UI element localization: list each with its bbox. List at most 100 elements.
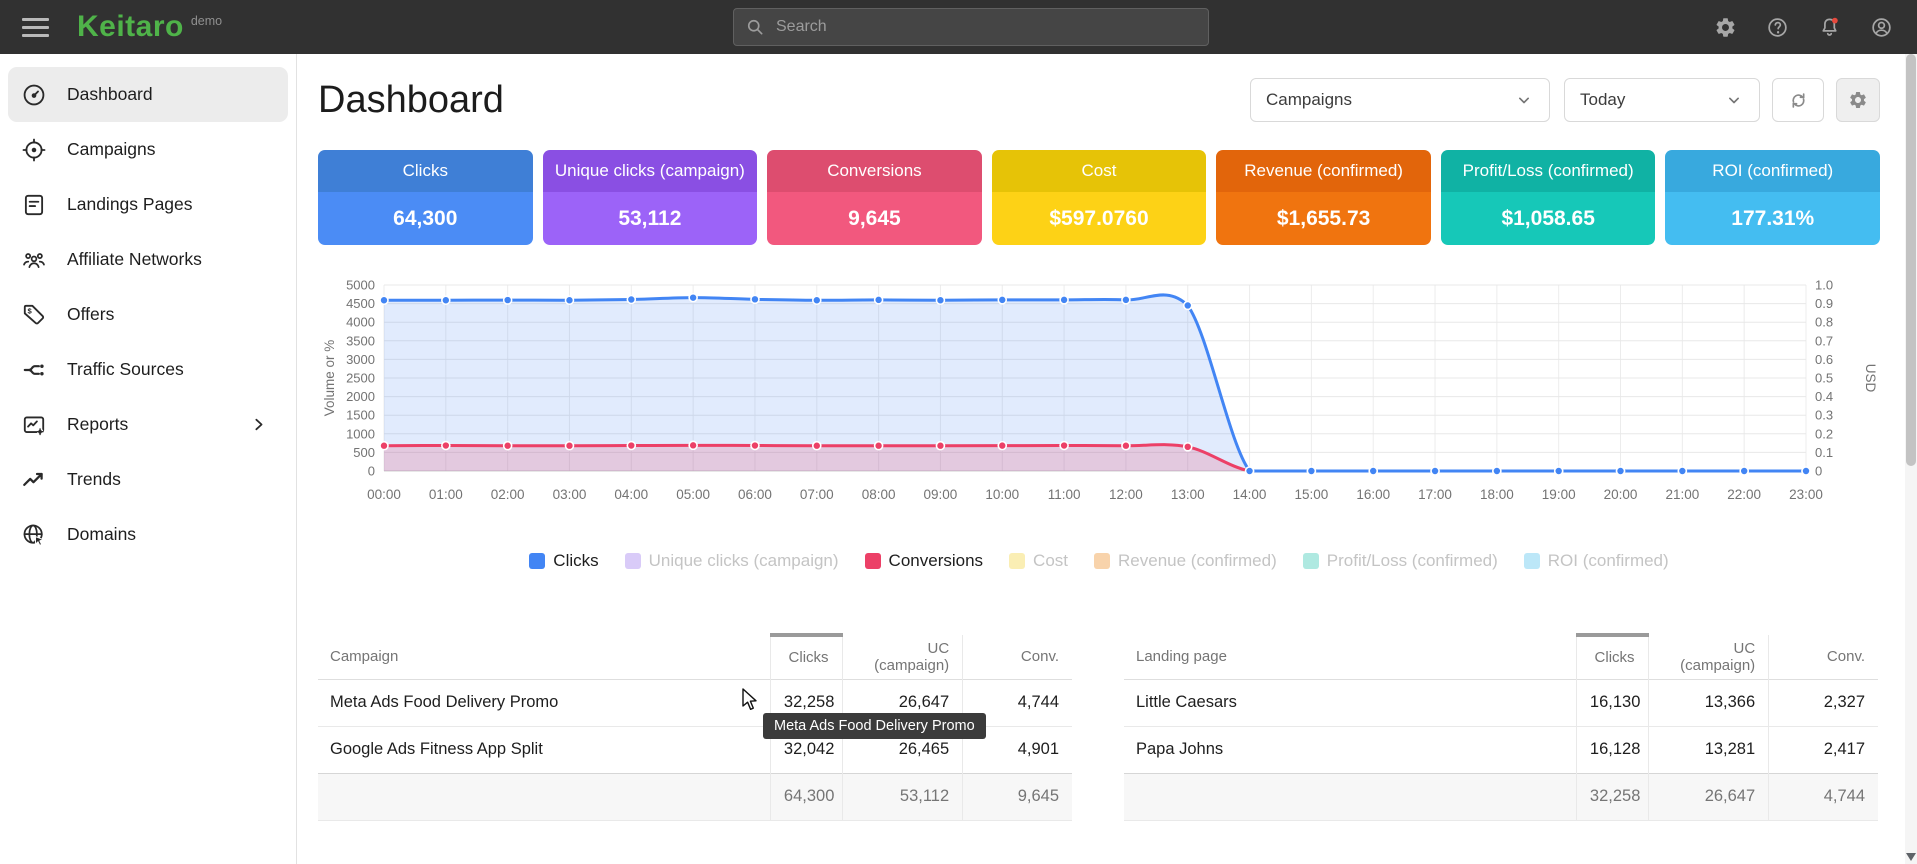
row-name-cell: Little Caesars <box>1124 679 1576 726</box>
account-icon[interactable] <box>1870 16 1893 39</box>
kpi-card-unique-clicks-campaign[interactable]: Unique clicks (campaign)53,112 <box>543 150 758 245</box>
kpi-card-profit-loss-confirmed[interactable]: Profit/Loss (confirmed)$1,058.65 <box>1441 150 1656 245</box>
search-icon <box>745 17 765 37</box>
gear-icon[interactable] <box>1714 16 1737 39</box>
row-value-cell: 16,130 <box>1576 679 1648 726</box>
totals-row: 64,30053,1129,645 <box>318 773 1072 820</box>
svg-text:0.1: 0.1 <box>1815 445 1833 460</box>
kpi-card-value: 64,300 <box>318 192 533 245</box>
chevron-down-icon <box>1724 90 1744 110</box>
legend-item-revenue-confirmed[interactable]: Revenue (confirmed) <box>1094 551 1277 571</box>
legend-item-conversions[interactable]: Conversions <box>865 551 984 571</box>
menu-icon[interactable] <box>22 18 49 37</box>
svg-text:17:00: 17:00 <box>1418 487 1452 502</box>
date-range-select[interactable]: Today <box>1564 78 1760 122</box>
sidebar-item-trends[interactable]: Trends <box>8 452 288 507</box>
kpi-card-label: Unique clicks (campaign) <box>543 150 758 192</box>
kpi-card-label: Clicks <box>318 150 533 192</box>
column-header-conv[interactable]: Conv. <box>963 635 1072 679</box>
app-logo[interactable]: Keitaro demo <box>77 10 222 44</box>
row-value-cell: 2,327 <box>1769 679 1878 726</box>
totals-cell: 9,645 <box>963 773 1072 820</box>
legend-swatch <box>1009 553 1025 569</box>
svg-text:4500: 4500 <box>346 296 375 311</box>
chevron-down-icon <box>1514 90 1534 110</box>
svg-text:1.0: 1.0 <box>1815 278 1833 293</box>
sidebar-item-landings-pages[interactable]: Landings Pages <box>8 177 288 232</box>
grouping-select[interactable]: Campaigns <box>1250 78 1550 122</box>
sidebar-item-offers[interactable]: $ Offers <box>8 287 288 342</box>
sidebar-item-traffic-sources[interactable]: Traffic Sources <box>8 342 288 397</box>
svg-text:0: 0 <box>1815 464 1822 479</box>
column-header-campaign[interactable]: Campaign <box>318 635 770 679</box>
kpi-card-cost[interactable]: Cost$597.0760 <box>992 150 1207 245</box>
scrollbar-thumb[interactable] <box>1906 54 1916 466</box>
column-header-clicks[interactable]: Clicks <box>770 635 842 679</box>
legend-label: Cost <box>1033 551 1068 571</box>
global-search[interactable] <box>733 8 1209 46</box>
svg-text:0.4: 0.4 <box>1815 389 1833 404</box>
summary-tables: CampaignClicksUC (campaign)Conv.Meta Ads… <box>318 633 1880 821</box>
row-value-cell: 13,281 <box>1648 726 1769 773</box>
legend-item-clicks[interactable]: Clicks <box>529 551 598 571</box>
legend-label: Unique clicks (campaign) <box>649 551 839 571</box>
column-header-landing-page[interactable]: Landing page <box>1124 635 1576 679</box>
search-input[interactable] <box>774 17 1197 37</box>
kpi-card-conversions[interactable]: Conversions9,645 <box>767 150 982 245</box>
sidebar-item-reports[interactable]: Reports <box>8 397 288 452</box>
help-icon[interactable] <box>1766 16 1789 39</box>
kpi-card-revenue-confirmed[interactable]: Revenue (confirmed)$1,655.73 <box>1216 150 1431 245</box>
refresh-button[interactable] <box>1772 78 1824 122</box>
main-content: Dashboard Campaigns Today Clicks64, <box>297 54 1917 864</box>
svg-text:23:00: 23:00 <box>1789 487 1823 502</box>
svg-text:5000: 5000 <box>346 278 375 293</box>
svg-text:0: 0 <box>368 464 375 479</box>
svg-text:2000: 2000 <box>346 389 375 404</box>
legend-item-unique-clicks-campaign[interactable]: Unique clicks (campaign) <box>625 551 839 571</box>
table-row[interactable]: Papa Johns16,12813,2812,417 <box>1124 726 1878 773</box>
sidebar-item-domains[interactable]: Domains <box>8 507 288 562</box>
vertical-scrollbar[interactable] <box>1905 54 1917 864</box>
column-header-uc-campaign[interactable]: UC (campaign) <box>842 635 963 679</box>
sidebar-item-campaigns[interactable]: Campaigns <box>8 122 288 177</box>
kpi-card-value: 177.31% <box>1665 192 1880 245</box>
svg-text:15:00: 15:00 <box>1294 487 1328 502</box>
svg-text:01:00: 01:00 <box>429 487 463 502</box>
column-header-uc-campaign[interactable]: UC (campaign) <box>1648 635 1769 679</box>
totals-cell <box>1124 773 1576 820</box>
sidebar: DashboardCampaignsLandings PagesAffiliat… <box>0 54 297 864</box>
sidebar-item-label: Reports <box>67 414 128 435</box>
legend-item-roi-confirmed[interactable]: ROI (confirmed) <box>1524 551 1669 571</box>
row-value-cell: 16,128 <box>1576 726 1648 773</box>
legend-item-cost[interactable]: Cost <box>1009 551 1068 571</box>
svg-text:0.9: 0.9 <box>1815 296 1833 311</box>
dashboard-controls: Campaigns Today <box>1250 78 1880 122</box>
landing-pages-table: Landing pageClicksUC (campaign)Conv.Litt… <box>1124 633 1878 821</box>
kpi-card-label: ROI (confirmed) <box>1665 150 1880 192</box>
sidebar-item-label: Offers <box>67 304 114 325</box>
kpi-card-clicks[interactable]: Clicks64,300 <box>318 150 533 245</box>
y-axis-left: 0500100015002000250030003500400045005000… <box>322 278 375 479</box>
sidebar-item-dashboard[interactable]: Dashboard <box>8 67 288 122</box>
row-name-cell: Google Ads Fitness App Split <box>318 726 770 773</box>
kpi-card-value: $597.0760 <box>992 192 1207 245</box>
document-icon <box>21 192 47 218</box>
table-row[interactable]: Little Caesars16,13013,3662,327 <box>1124 679 1878 726</box>
totals-cell: 26,647 <box>1648 773 1769 820</box>
column-header-conv[interactable]: Conv. <box>1769 635 1878 679</box>
row-name-cell: Meta Ads Food Delivery Promo <box>318 679 770 726</box>
legend-item-profit-loss-confirmed[interactable]: Profit/Loss (confirmed) <box>1303 551 1498 571</box>
legend-swatch <box>865 553 881 569</box>
kpi-card-label: Profit/Loss (confirmed) <box>1441 150 1656 192</box>
sidebar-item-affiliate-networks[interactable]: Affiliate Networks <box>8 232 288 287</box>
svg-text:500: 500 <box>353 445 375 460</box>
svg-text:3500: 3500 <box>346 333 375 348</box>
bell-icon[interactable] <box>1818 16 1841 39</box>
dashboard-settings-button[interactable] <box>1836 78 1880 122</box>
totals-row: 32,25826,6474,744 <box>1124 773 1878 820</box>
kpi-card-roi-confirmed[interactable]: ROI (confirmed)177.31% <box>1665 150 1880 245</box>
tag-icon: $ <box>21 302 47 328</box>
scrollbar-down-arrow[interactable] <box>1906 853 1916 861</box>
column-header-clicks[interactable]: Clicks <box>1576 635 1648 679</box>
grouping-select-value: Campaigns <box>1266 90 1352 110</box>
